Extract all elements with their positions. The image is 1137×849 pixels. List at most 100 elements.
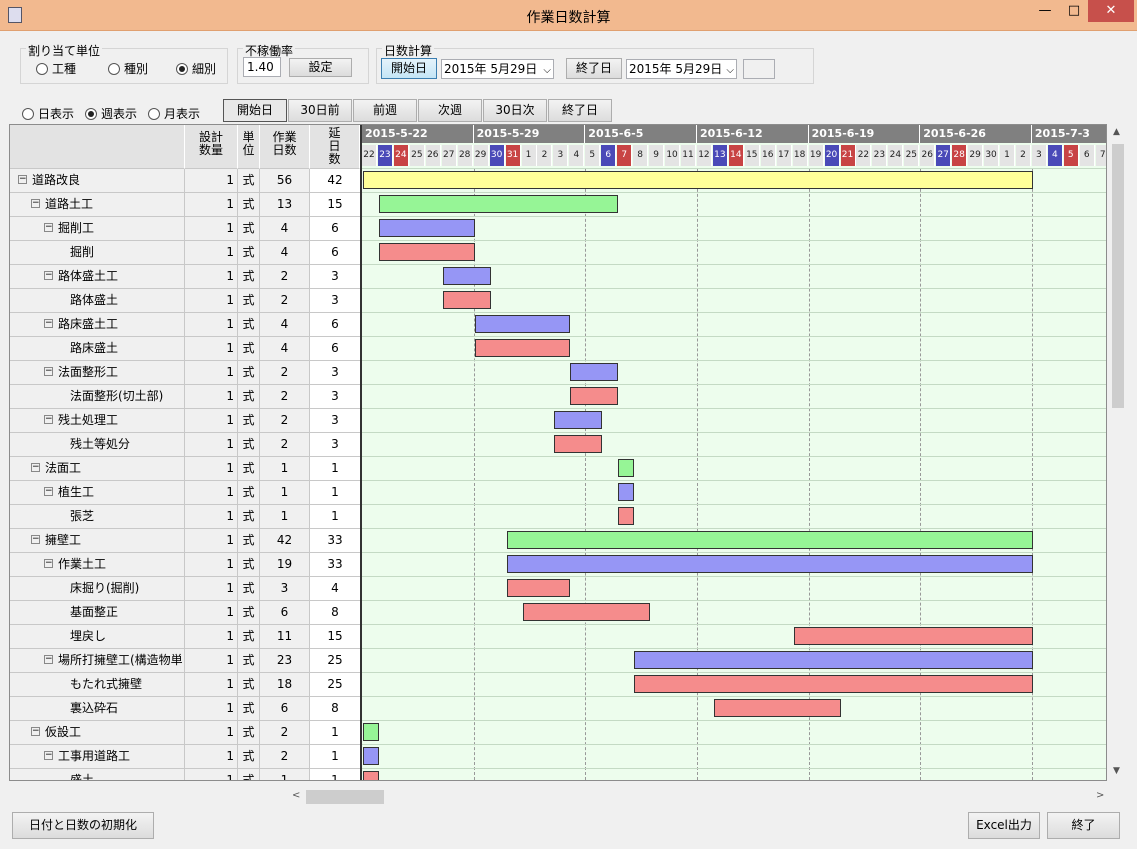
radio-view-day[interactable]: 日表示: [22, 105, 74, 122]
radio-view-month[interactable]: 月表示: [148, 105, 200, 122]
daycalc-start-button[interactable]: 開始日: [381, 58, 437, 79]
end-date-select[interactable]: 2015年 5月29日 ⌵: [626, 59, 737, 79]
gantt-bar[interactable]: [618, 483, 635, 501]
horizontal-scroll-thumb[interactable]: [306, 790, 384, 804]
table-row[interactable]: − 法面整形工 1 式 2 3: [10, 361, 360, 385]
collapse-icon[interactable]: −: [31, 535, 40, 544]
collapse-icon[interactable]: −: [44, 751, 53, 760]
nav-next30-button[interactable]: 30日次: [483, 99, 547, 122]
ext-days-cell[interactable]: 1: [310, 505, 360, 528]
collapse-icon[interactable]: −: [44, 655, 53, 664]
table-row[interactable]: − 掘削工 1 式 4 6: [10, 217, 360, 241]
table-row[interactable]: − 路床盛土工 1 式 4 6: [10, 313, 360, 337]
ext-days-cell[interactable]: 15: [310, 625, 360, 648]
ext-days-cell[interactable]: 3: [310, 361, 360, 384]
table-row[interactable]: 裏込砕石 1 式 6 8: [10, 697, 360, 721]
gantt-bar[interactable]: [442, 267, 491, 285]
ext-days-cell[interactable]: 1: [310, 721, 360, 744]
start-date-select[interactable]: 2015年 5月29日 ⌵: [441, 59, 554, 79]
collapse-icon[interactable]: −: [31, 199, 40, 208]
collapse-icon[interactable]: −: [44, 559, 53, 568]
nav-start-button[interactable]: 開始日: [223, 99, 287, 122]
ext-days-cell[interactable]: 6: [310, 313, 360, 336]
horizontal-scrollbar[interactable]: < >: [290, 787, 1106, 807]
ext-days-cell[interactable]: 3: [310, 265, 360, 288]
gantt-bar[interactable]: [522, 603, 651, 621]
collapse-icon[interactable]: −: [31, 463, 40, 472]
table-row[interactable]: − 場所打擁壁工(構造物単 1 式 23 25: [10, 649, 360, 673]
table-row[interactable]: − 植生工 1 式 1 1: [10, 481, 360, 505]
ext-days-cell[interactable]: 15: [310, 193, 360, 216]
gantt-bar[interactable]: [554, 435, 603, 453]
table-row[interactable]: − 工事用道路工 1 式 2 1: [10, 745, 360, 769]
gantt-bar[interactable]: [363, 771, 379, 780]
ext-days-cell[interactable]: 4: [310, 577, 360, 600]
ext-days-cell[interactable]: 8: [310, 697, 360, 720]
radio-allocation-saibetsu[interactable]: 細別: [176, 60, 216, 77]
vertical-scrollbar[interactable]: ▲ ▼: [1108, 124, 1128, 781]
ext-days-cell[interactable]: 8: [310, 601, 360, 624]
gantt-bar[interactable]: [713, 699, 842, 717]
table-row[interactable]: 路床盛土 1 式 4 6: [10, 337, 360, 361]
table-row[interactable]: − 道路土工 1 式 13 15: [10, 193, 360, 217]
ext-days-cell[interactable]: 33: [310, 553, 360, 576]
gantt-bar[interactable]: [506, 555, 1033, 573]
collapse-icon[interactable]: −: [44, 319, 53, 328]
ext-days-cell[interactable]: 1: [310, 457, 360, 480]
nav-prev-week-button[interactable]: 前週: [353, 99, 417, 122]
radio-allocation-kousyu[interactable]: 工種: [36, 60, 76, 77]
collapse-icon[interactable]: −: [44, 415, 53, 424]
scroll-left-icon[interactable]: <: [292, 790, 300, 801]
gantt-bar[interactable]: [506, 579, 571, 597]
collapse-icon[interactable]: −: [44, 223, 53, 232]
table-row[interactable]: − 道路改良 1 式 56 42: [10, 169, 360, 193]
minimize-button[interactable]: —: [1030, 0, 1060, 22]
table-row[interactable]: − 法面工 1 式 1 1: [10, 457, 360, 481]
gantt-bar[interactable]: [554, 411, 603, 429]
collapse-icon[interactable]: −: [31, 727, 40, 736]
gantt-bar[interactable]: [618, 507, 635, 525]
excel-export-button[interactable]: Excel出力: [968, 812, 1040, 839]
table-row[interactable]: 盛土 1 式 1 1: [10, 769, 360, 780]
gantt-bar[interactable]: [618, 459, 635, 477]
reset-dates-button[interactable]: 日付と日数の初期化: [12, 812, 154, 839]
table-row[interactable]: − 残土処理工 1 式 2 3: [10, 409, 360, 433]
table-row[interactable]: − 作業土工 1 式 19 33: [10, 553, 360, 577]
ext-days-cell[interactable]: 3: [310, 289, 360, 312]
table-row[interactable]: もたれ式擁壁 1 式 18 25: [10, 673, 360, 697]
ext-days-cell[interactable]: 6: [310, 337, 360, 360]
gantt-bar[interactable]: [474, 315, 571, 333]
gantt-bar[interactable]: [634, 651, 1033, 669]
exit-button[interactable]: 終了: [1047, 812, 1120, 839]
gantt-bar[interactable]: [442, 291, 491, 309]
ext-days-cell[interactable]: 1: [310, 745, 360, 768]
gantt-bar[interactable]: [378, 243, 475, 261]
radio-view-week[interactable]: 週表示: [85, 105, 137, 122]
close-button[interactable]: ✕: [1088, 0, 1134, 22]
collapse-icon[interactable]: −: [44, 367, 53, 376]
table-row[interactable]: − 仮設工 1 式 2 1: [10, 721, 360, 745]
gantt-bar[interactable]: [570, 363, 619, 381]
gantt-bar[interactable]: [363, 747, 379, 765]
ext-days-cell[interactable]: 1: [310, 481, 360, 504]
ext-days-cell[interactable]: 3: [310, 409, 360, 432]
nav-prev30-button[interactable]: 30日前: [288, 99, 352, 122]
maximize-button[interactable]: □: [1060, 0, 1088, 22]
nav-end-button[interactable]: 終了日: [548, 99, 612, 122]
ext-days-cell[interactable]: 3: [310, 433, 360, 456]
collapse-icon[interactable]: −: [44, 487, 53, 496]
downtime-set-button[interactable]: 設定: [289, 58, 352, 77]
daycalc-end-button[interactable]: 終了日: [566, 58, 622, 79]
table-row[interactable]: 法面整形(切土部) 1 式 2 3: [10, 385, 360, 409]
radio-allocation-syubetsu[interactable]: 種別: [108, 60, 148, 77]
collapse-icon[interactable]: −: [18, 175, 27, 184]
ext-days-cell[interactable]: 6: [310, 241, 360, 264]
ext-days-cell[interactable]: 25: [310, 673, 360, 696]
table-row[interactable]: − 擁壁工 1 式 42 33: [10, 529, 360, 553]
gantt-bar[interactable]: [363, 723, 379, 741]
gantt-bar[interactable]: [378, 195, 619, 213]
gantt-bar[interactable]: [506, 531, 1033, 549]
gantt-bar[interactable]: [474, 339, 571, 357]
gantt-bar[interactable]: [378, 219, 475, 237]
table-row[interactable]: 残土等処分 1 式 2 3: [10, 433, 360, 457]
